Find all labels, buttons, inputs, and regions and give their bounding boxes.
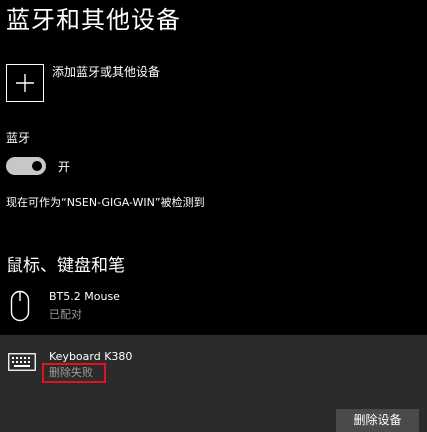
add-device-label: 添加蓝牙或其他设备 — [52, 65, 161, 79]
device-status: 删除失败 — [49, 366, 93, 379]
device-status: 已配对 — [49, 308, 82, 321]
plus-icon — [16, 74, 34, 92]
discoverable-text: 现在可作为“NSEN-GIGA-WIN”被检测到 — [6, 196, 205, 209]
mouse-icon — [10, 290, 30, 322]
keyboard-icon — [8, 353, 36, 371]
device-name: Keyboard K380 — [49, 350, 133, 363]
add-device-box[interactable] — [6, 64, 44, 102]
device-name: BT5.2 Mouse — [49, 290, 120, 303]
device-item-keyboard[interactable]: Keyboard K380 删除失败 删除设备 — [0, 335, 427, 432]
device-item-mouse[interactable]: BT5.2 Mouse 已配对 — [0, 285, 427, 329]
bluetooth-toggle[interactable] — [6, 157, 46, 175]
bluetooth-state-label: 开 — [58, 160, 71, 174]
page-title: 蓝牙和其他设备 — [6, 6, 181, 34]
section-title: 鼠标、键盘和笔 — [6, 256, 125, 276]
toggle-knob — [32, 161, 42, 171]
bluetooth-label: 蓝牙 — [6, 131, 31, 145]
remove-device-button[interactable]: 删除设备 — [336, 409, 419, 432]
add-device-button[interactable]: 添加蓝牙或其他设备 — [6, 64, 266, 102]
